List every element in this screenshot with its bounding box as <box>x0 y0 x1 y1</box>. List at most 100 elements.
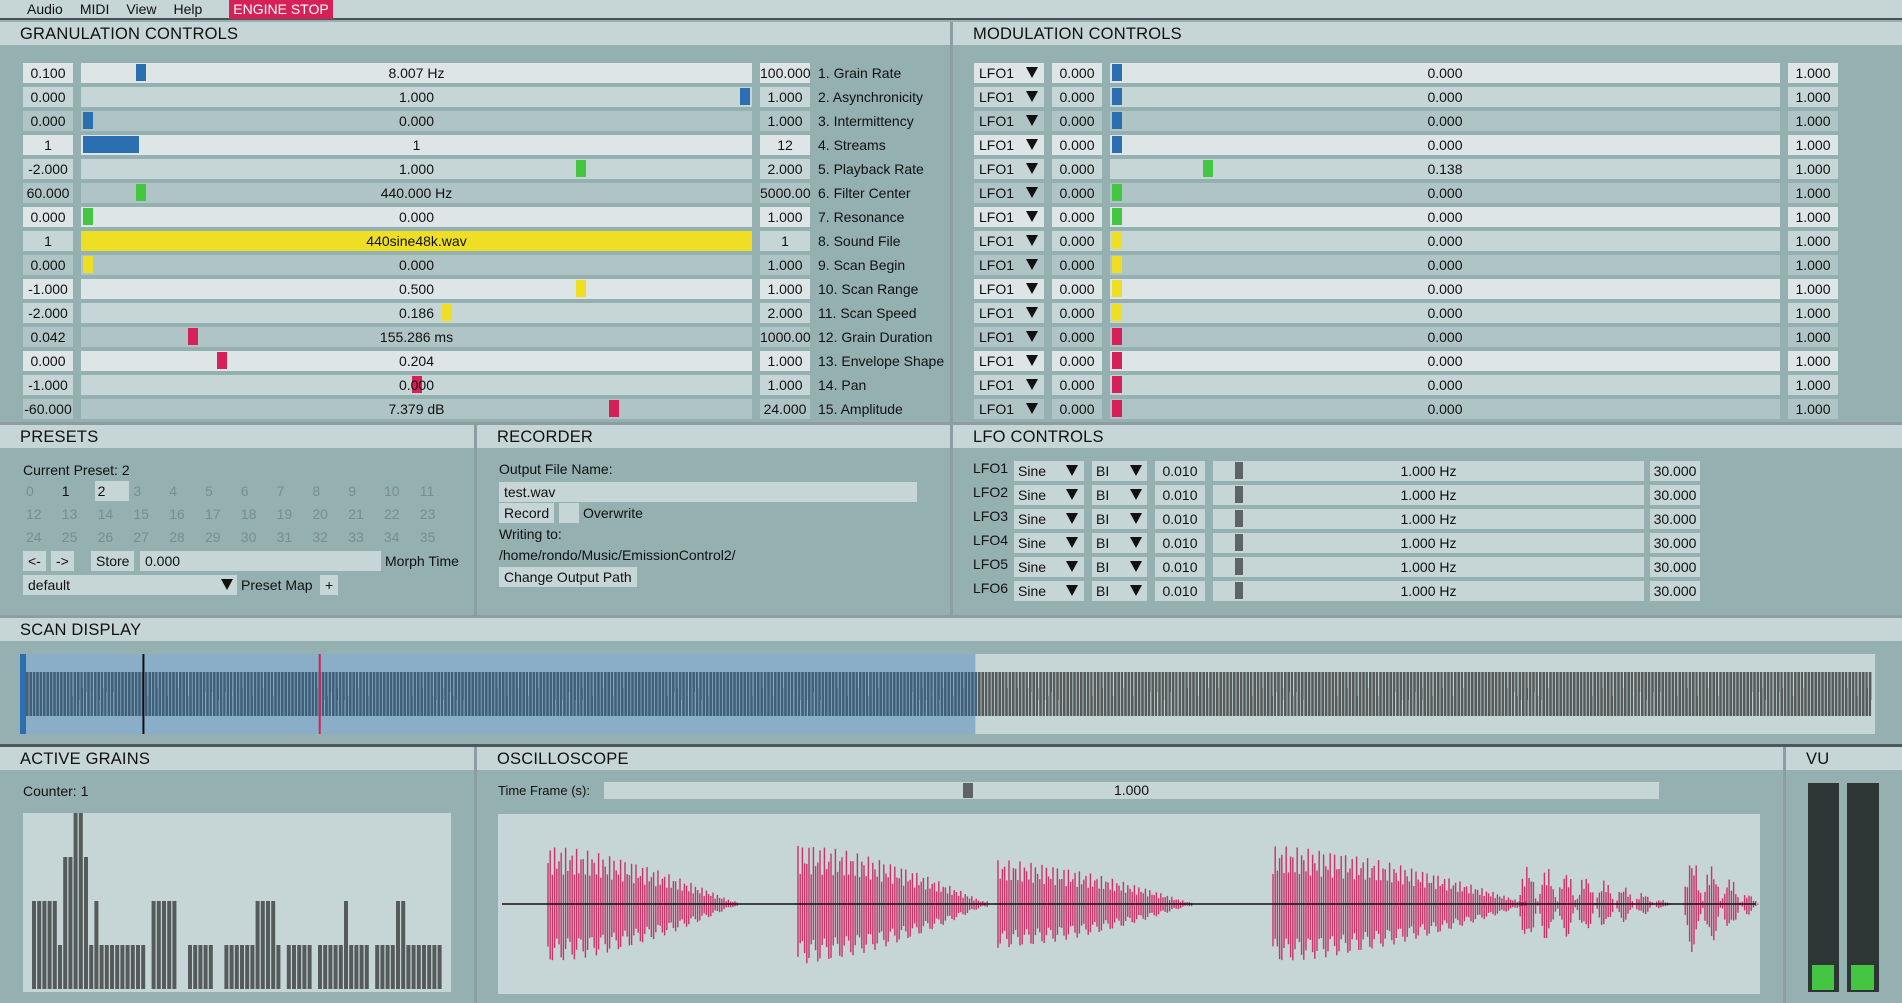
lfo-max-input[interactable]: 30.000 <box>1650 557 1700 577</box>
lfo-source-select[interactable]: LFO1 <box>974 375 1044 395</box>
mod-min-input[interactable]: 0.000 <box>1052 135 1102 155</box>
mod-max-input[interactable]: 1.000 <box>1788 375 1838 395</box>
slider-handle[interactable] <box>1112 88 1122 105</box>
lfo-source-select[interactable]: LFO1 <box>974 183 1044 203</box>
preset-slot[interactable]: 6 <box>238 481 272 501</box>
slider-handle[interactable] <box>1112 232 1122 249</box>
mod-min-input[interactable]: 0.000 <box>1052 399 1102 419</box>
min-value-input[interactable]: 1 <box>23 135 73 155</box>
slider-handle[interactable] <box>1234 510 1243 527</box>
preset-slot[interactable]: 25 <box>59 527 93 547</box>
mod-min-input[interactable]: 0.000 <box>1052 87 1102 107</box>
slider-handle[interactable] <box>1112 208 1122 225</box>
mod-depth-slider[interactable]: 0.000 <box>1110 255 1780 275</box>
slider-handle[interactable] <box>1112 352 1122 369</box>
mod-min-input[interactable]: 0.000 <box>1052 375 1102 395</box>
parameter-slider[interactable]: 0.500 <box>81 279 752 299</box>
max-value-input[interactable]: 24.000 <box>760 399 810 419</box>
lfo-frequency-slider[interactable]: 1.000 Hz <box>1213 485 1644 505</box>
lfo-shape-select[interactable]: Sine <box>1014 461 1084 481</box>
slider-handle[interactable] <box>1234 534 1243 551</box>
preset-next-button[interactable]: -> <box>51 551 74 571</box>
mod-max-input[interactable]: 1.000 <box>1788 63 1838 83</box>
mod-max-input[interactable]: 1.000 <box>1788 231 1838 251</box>
parameter-slider[interactable]: 8.007 Hz <box>81 63 752 83</box>
max-value-input[interactable]: 1.000 <box>760 375 810 395</box>
slider-handle[interactable] <box>441 304 452 321</box>
mod-depth-slider[interactable]: 0.000 <box>1110 135 1780 155</box>
lfo-max-input[interactable]: 30.000 <box>1650 485 1700 505</box>
lfo-min-input[interactable]: 0.010 <box>1155 533 1205 553</box>
preset-slot[interactable]: 9 <box>345 481 379 501</box>
parameter-slider[interactable]: 0.000 <box>81 111 752 131</box>
preset-map-select[interactable]: default <box>23 575 237 595</box>
mod-min-input[interactable]: 0.000 <box>1052 159 1102 179</box>
lfo-max-input[interactable]: 30.000 <box>1650 461 1700 481</box>
slider-handle[interactable] <box>1234 558 1243 575</box>
mod-max-input[interactable]: 1.000 <box>1788 255 1838 275</box>
preset-slot[interactable]: 2 <box>94 481 129 501</box>
max-value-input[interactable]: 12 <box>760 135 810 155</box>
lfo-shape-select[interactable]: Sine <box>1014 485 1084 505</box>
lfo-min-input[interactable]: 0.010 <box>1155 581 1205 601</box>
output-file-input[interactable]: test.wav <box>499 482 917 502</box>
lfo-polarity-select[interactable]: BI <box>1092 581 1147 601</box>
slider-handle[interactable] <box>1112 304 1122 321</box>
max-value-input[interactable]: 2.000 <box>760 159 810 179</box>
slider-handle[interactable] <box>135 184 146 201</box>
parameter-slider[interactable]: 440.000 Hz <box>81 183 752 203</box>
menu-audio[interactable]: Audio <box>27 1 63 17</box>
mod-max-input[interactable]: 1.000 <box>1788 207 1838 227</box>
slider-handle[interactable] <box>1112 280 1122 297</box>
time-frame-slider[interactable]: 1.000 <box>604 782 1659 799</box>
min-value-input[interactable]: 0.000 <box>23 87 73 107</box>
parameter-slider[interactable]: 1.000 <box>81 159 752 179</box>
record-button[interactable]: Record <box>499 503 555 523</box>
lfo-frequency-slider[interactable]: 1.000 Hz <box>1213 509 1644 529</box>
lfo-shape-select[interactable]: Sine <box>1014 533 1084 553</box>
min-value-input[interactable]: -2.000 <box>23 303 73 323</box>
parameter-slider[interactable]: 1 <box>81 135 752 155</box>
lfo-source-select[interactable]: LFO1 <box>974 255 1044 275</box>
lfo-source-select[interactable]: LFO1 <box>974 303 1044 323</box>
preset-slot[interactable]: 22 <box>381 504 415 524</box>
slider-handle[interactable] <box>1112 64 1122 81</box>
lfo-source-select[interactable]: LFO1 <box>974 63 1044 83</box>
max-value-input[interactable]: 1.000 <box>760 87 810 107</box>
mod-min-input[interactable]: 0.000 <box>1052 183 1102 203</box>
parameter-slider[interactable]: 0.000 <box>81 255 752 275</box>
max-value-input[interactable]: 1.000 <box>760 351 810 371</box>
min-value-input[interactable]: 0.100 <box>23 63 73 83</box>
change-output-path-button[interactable]: Change Output Path <box>499 567 637 587</box>
menu-midi[interactable]: MIDI <box>80 1 110 17</box>
mod-min-input[interactable]: 0.000 <box>1052 63 1102 83</box>
lfo-source-select[interactable]: LFO1 <box>974 351 1044 371</box>
lfo-min-input[interactable]: 0.010 <box>1155 461 1205 481</box>
mod-depth-slider[interactable]: 0.000 <box>1110 183 1780 203</box>
mod-min-input[interactable]: 0.000 <box>1052 327 1102 347</box>
mod-depth-slider[interactable]: 0.138 <box>1110 159 1780 179</box>
lfo-shape-select[interactable]: Sine <box>1014 581 1084 601</box>
preset-slot[interactable]: 17 <box>202 504 236 524</box>
mod-max-input[interactable]: 1.000 <box>1788 399 1838 419</box>
mod-depth-slider[interactable]: 0.000 <box>1110 375 1780 395</box>
min-value-input[interactable]: 0.000 <box>23 351 73 371</box>
preset-slot[interactable]: 15 <box>130 504 164 524</box>
min-value-input[interactable]: 0.042 <box>23 327 73 347</box>
mod-min-input[interactable]: 0.000 <box>1052 207 1102 227</box>
preset-slot[interactable]: 0 <box>23 481 57 501</box>
slider-handle[interactable] <box>83 256 93 273</box>
preset-slot[interactable]: 34 <box>381 527 415 547</box>
mod-max-input[interactable]: 1.000 <box>1788 183 1838 203</box>
mod-min-input[interactable]: 0.000 <box>1052 279 1102 299</box>
preset-slot[interactable]: 18 <box>238 504 272 524</box>
preset-slot[interactable]: 8 <box>309 481 343 501</box>
mod-max-input[interactable]: 1.000 <box>1788 111 1838 131</box>
parameter-slider[interactable]: 0.000 <box>81 207 752 227</box>
min-value-input[interactable]: -2.000 <box>23 159 73 179</box>
lfo-source-select[interactable]: LFO1 <box>974 135 1044 155</box>
lfo-shape-select[interactable]: Sine <box>1014 509 1084 529</box>
mod-max-input[interactable]: 1.000 <box>1788 303 1838 323</box>
store-button[interactable]: Store <box>91 551 135 571</box>
lfo-frequency-slider[interactable]: 1.000 Hz <box>1213 533 1644 553</box>
